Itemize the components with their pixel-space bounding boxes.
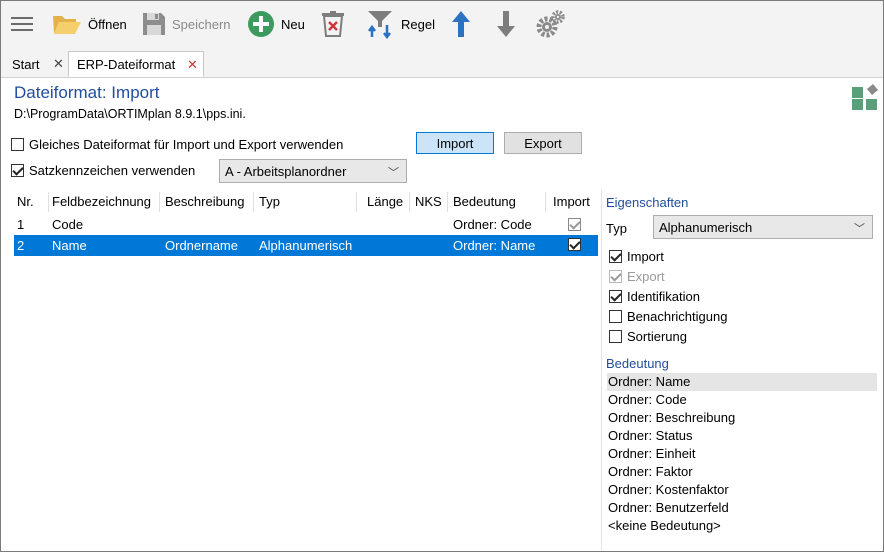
arrow-up-icon xyxy=(452,11,470,37)
cell-bedeutung: Ordner: Name xyxy=(453,238,536,253)
record-type-value: A - Arbeitsplanordner xyxy=(225,163,347,179)
property-sortierung-label: Sortierung xyxy=(627,329,687,344)
tab-erp-label: ERP-Dateiformat xyxy=(77,56,176,72)
add-icon xyxy=(248,11,274,37)
property-export-label: Export xyxy=(627,269,665,284)
cell-bedeutung: Ordner: Code xyxy=(453,217,532,232)
property-identifikation-checkbox[interactable]: Identifikation xyxy=(609,289,700,304)
property-benachrichtigung-label: Benachrichtigung xyxy=(627,309,728,324)
tab-bar: Start ✕ ERP-Dateiformat ✕ xyxy=(1,47,883,78)
rule-button[interactable]: Regel xyxy=(365,1,435,47)
tab-start[interactable]: Start ✕ xyxy=(4,51,68,77)
list-item[interactable]: Ordner: Benutzerfeld xyxy=(607,499,877,517)
list-item[interactable]: <keine Bedeutung> xyxy=(607,517,877,535)
file-path: D:\ProgramData\ORTIMplan 8.9.1\pps.ini. xyxy=(14,107,246,121)
import-button[interactable]: Import xyxy=(416,132,494,154)
tab-erp-dateiformat[interactable]: ERP-Dateiformat ✕ xyxy=(68,51,204,77)
menu-button[interactable] xyxy=(11,1,33,47)
list-item[interactable]: Ordner: Einheit xyxy=(607,445,877,463)
column-header-nks[interactable]: NKS xyxy=(412,190,448,214)
column-header-bedeutung[interactable]: Bedeutung xyxy=(450,190,546,214)
page-title: Dateiformat: Import xyxy=(14,83,160,102)
save-icon xyxy=(143,13,165,35)
import-checkbox[interactable] xyxy=(568,238,581,251)
cell-feldbezeichnung: Code xyxy=(52,217,84,232)
properties-panel: Eigenschaften Typ Alphanumerisch ﹀ Impor… xyxy=(601,190,883,551)
toolbar: Öffnen Speichern Neu Regel xyxy=(1,1,883,47)
column-header-nr[interactable]: Nr. xyxy=(14,190,48,214)
table-row[interactable]: 2 Name Ordnername Alphanumerisch Ordner:… xyxy=(14,235,598,256)
list-item[interactable]: Ordner: Code xyxy=(607,391,877,409)
rule-icon xyxy=(368,11,392,39)
meaning-list[interactable]: Ordner: Name Ordner: Code Ordner: Beschr… xyxy=(607,373,877,535)
type-select[interactable]: Alphanumerisch ﹀ xyxy=(653,215,873,239)
property-identifikation-box[interactable] xyxy=(609,290,622,303)
property-import-checkbox[interactable]: Import xyxy=(609,249,664,264)
settings-icon xyxy=(536,10,565,38)
list-item[interactable]: Ordner: Status xyxy=(607,427,877,445)
list-item[interactable]: Ordner: Faktor xyxy=(607,463,877,481)
open-label: Öffnen xyxy=(88,16,127,32)
same-format-label: Gleiches Dateiformat für Import und Expo… xyxy=(29,137,344,152)
move-down-button[interactable] xyxy=(496,1,516,47)
cell-beschreibung xyxy=(162,214,165,235)
cell-nr: 2 xyxy=(17,238,25,253)
cell-typ: Alphanumerisch xyxy=(259,238,353,253)
delete-button[interactable] xyxy=(321,1,345,47)
property-identifikation-label: Identifikation xyxy=(627,289,700,304)
property-sortierung-checkbox[interactable]: Sortierung xyxy=(609,329,687,344)
property-export-checkbox[interactable]: Export xyxy=(609,269,665,284)
column-header-feldbezeichnung[interactable]: Feldbezeichnung xyxy=(49,190,159,214)
open-button[interactable]: Öffnen xyxy=(52,1,127,47)
column-header-typ[interactable]: Typ xyxy=(256,190,356,214)
properties-title: Eigenschaften xyxy=(606,195,689,210)
save-label: Speichern xyxy=(172,16,231,32)
export-button[interactable]: Export xyxy=(504,132,582,154)
folder-open-icon xyxy=(53,16,81,34)
property-sortierung-box[interactable] xyxy=(609,330,622,343)
column-header-import[interactable]: Import xyxy=(550,190,598,214)
column-header-beschreibung[interactable]: Beschreibung xyxy=(162,190,254,214)
cell-beschreibung: Ordnername xyxy=(165,238,238,253)
settings-button[interactable] xyxy=(536,1,566,47)
record-id-label: Satzkennzeichen verwenden xyxy=(29,163,196,178)
property-import-label: Import xyxy=(627,249,664,264)
import-checkbox[interactable] xyxy=(568,218,581,231)
app-window: Öffnen Speichern Neu Regel Start ✕ ERP-D… xyxy=(0,0,884,552)
chevron-down-icon: ﹀ xyxy=(388,167,399,179)
delete-icon xyxy=(322,11,344,37)
property-export-box[interactable] xyxy=(609,270,622,283)
new-button[interactable]: Neu xyxy=(247,1,305,47)
property-benachrichtigung-box[interactable] xyxy=(609,310,622,323)
property-benachrichtigung-checkbox[interactable]: Benachrichtigung xyxy=(609,309,727,324)
chevron-down-icon: ﹀ xyxy=(854,223,865,235)
table-row[interactable]: 1 Code Ordner: Code xyxy=(14,214,598,235)
new-label: Neu xyxy=(281,16,305,32)
cell-feldbezeichnung: Name xyxy=(52,238,87,253)
record-id-box[interactable] xyxy=(11,164,24,177)
property-import-box[interactable] xyxy=(609,250,622,263)
same-format-checkbox[interactable]: Gleiches Dateiformat für Import und Expo… xyxy=(11,137,343,152)
arrow-down-icon xyxy=(497,11,515,37)
record-id-checkbox[interactable]: Satzkennzeichen verwenden xyxy=(11,163,195,178)
shapes-icon[interactable] xyxy=(851,83,879,111)
same-format-box[interactable] xyxy=(11,138,24,151)
type-label: Typ xyxy=(606,221,627,236)
rule-label: Regel xyxy=(401,16,435,32)
record-type-select[interactable]: A - Arbeitsplanordner ﹀ xyxy=(219,159,407,183)
tab-start-label: Start xyxy=(12,56,40,72)
menu-icon xyxy=(11,17,33,31)
save-button[interactable]: Speichern xyxy=(142,1,231,47)
type-value: Alphanumerisch xyxy=(659,219,753,235)
cell-nr: 1 xyxy=(17,217,25,232)
list-item[interactable]: Ordner: Kostenfaktor xyxy=(607,481,877,499)
meaning-title: Bedeutung xyxy=(606,356,669,371)
column-header-laenge[interactable]: Länge xyxy=(364,190,412,214)
close-icon[interactable]: ✕ xyxy=(53,56,64,72)
cell-typ xyxy=(256,214,259,235)
list-item[interactable]: Ordner: Name xyxy=(607,373,877,391)
list-item[interactable]: Ordner: Beschreibung xyxy=(607,409,877,427)
close-icon[interactable]: ✕ xyxy=(187,57,198,73)
move-up-button[interactable] xyxy=(451,1,471,47)
